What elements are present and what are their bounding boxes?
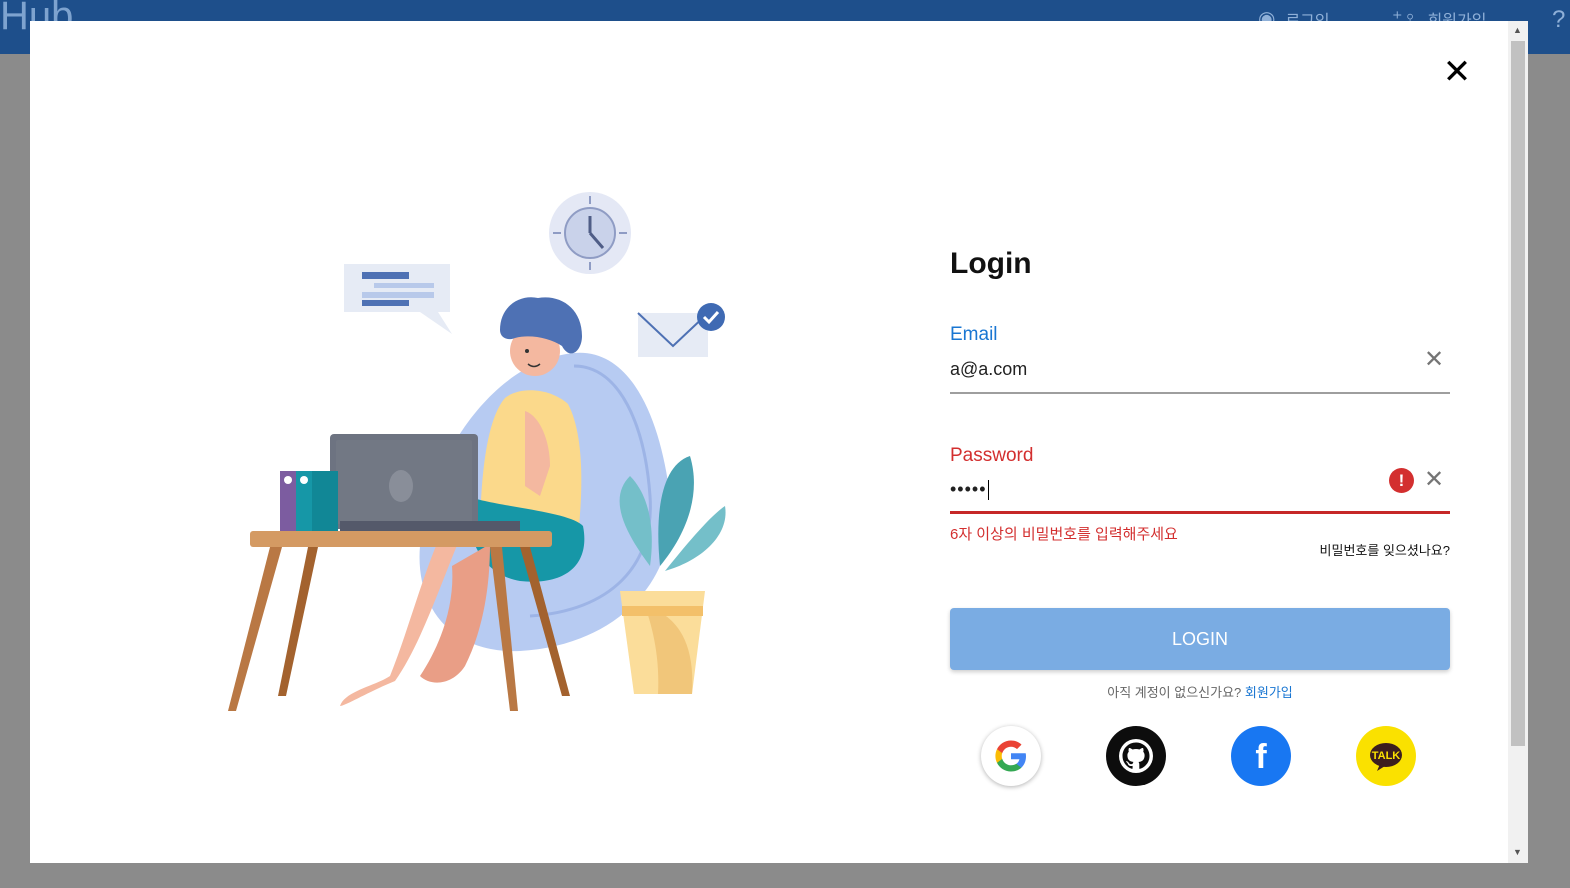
facebook-icon: f xyxy=(1255,738,1267,776)
text-caret xyxy=(987,480,989,501)
login-title: Login xyxy=(950,247,1032,280)
kakaotalk-icon: TALK xyxy=(1370,743,1402,771)
error-icon: ! xyxy=(1389,468,1414,493)
kakaotalk-glyph: TALK xyxy=(1372,750,1401,762)
login-modal: ✕ Login Email a@a.com ✕ Password ••••• !… xyxy=(30,21,1528,863)
email-label: Email xyxy=(950,324,998,345)
google-login-button[interactable] xyxy=(981,726,1041,786)
help-icon[interactable]: ? xyxy=(1552,6,1565,34)
login-form: Login Email a@a.com ✕ Password ••••• ! ✕… xyxy=(950,21,1450,863)
signup-link[interactable]: 회원가입 xyxy=(1245,685,1293,700)
password-label: Password xyxy=(950,445,1034,466)
github-login-button[interactable] xyxy=(1106,726,1166,786)
scroll-up-icon[interactable]: ▲ xyxy=(1513,25,1522,35)
email-clear-icon[interactable]: ✕ xyxy=(1424,348,1444,372)
github-icon xyxy=(1119,739,1153,773)
scroll-down-icon[interactable]: ▼ xyxy=(1513,847,1522,857)
password-underline xyxy=(950,511,1450,514)
facebook-glyph: f xyxy=(1255,738,1267,776)
login-button[interactable]: LOGIN xyxy=(950,608,1450,670)
signup-prompt-row: 아직 계정이 없으신가요? 회원가입 xyxy=(950,682,1450,701)
email-underline xyxy=(950,392,1450,394)
password-clear-icon[interactable]: ✕ xyxy=(1424,468,1444,492)
password-error-text: 6자 이상의 비밀번호를 입력해주세요 xyxy=(950,526,1178,543)
modal-scrollbar[interactable]: ▲ ▼ xyxy=(1508,21,1528,863)
password-masked-value: ••••• xyxy=(950,479,987,499)
signup-prompt: 아직 계정이 없으신가요? xyxy=(1107,685,1242,700)
scrollbar-thumb[interactable] xyxy=(1511,41,1525,746)
facebook-login-button[interactable]: f xyxy=(1231,726,1291,786)
forgot-password-link[interactable]: 비밀번호를 잊으셨나요? xyxy=(1320,540,1450,559)
email-field[interactable]: a@a.com xyxy=(950,359,1027,380)
google-icon xyxy=(995,740,1026,772)
laptop-person-illustration xyxy=(228,192,726,711)
password-field[interactable]: ••••• xyxy=(950,479,989,501)
kakaotalk-login-button[interactable]: TALK xyxy=(1356,726,1416,786)
